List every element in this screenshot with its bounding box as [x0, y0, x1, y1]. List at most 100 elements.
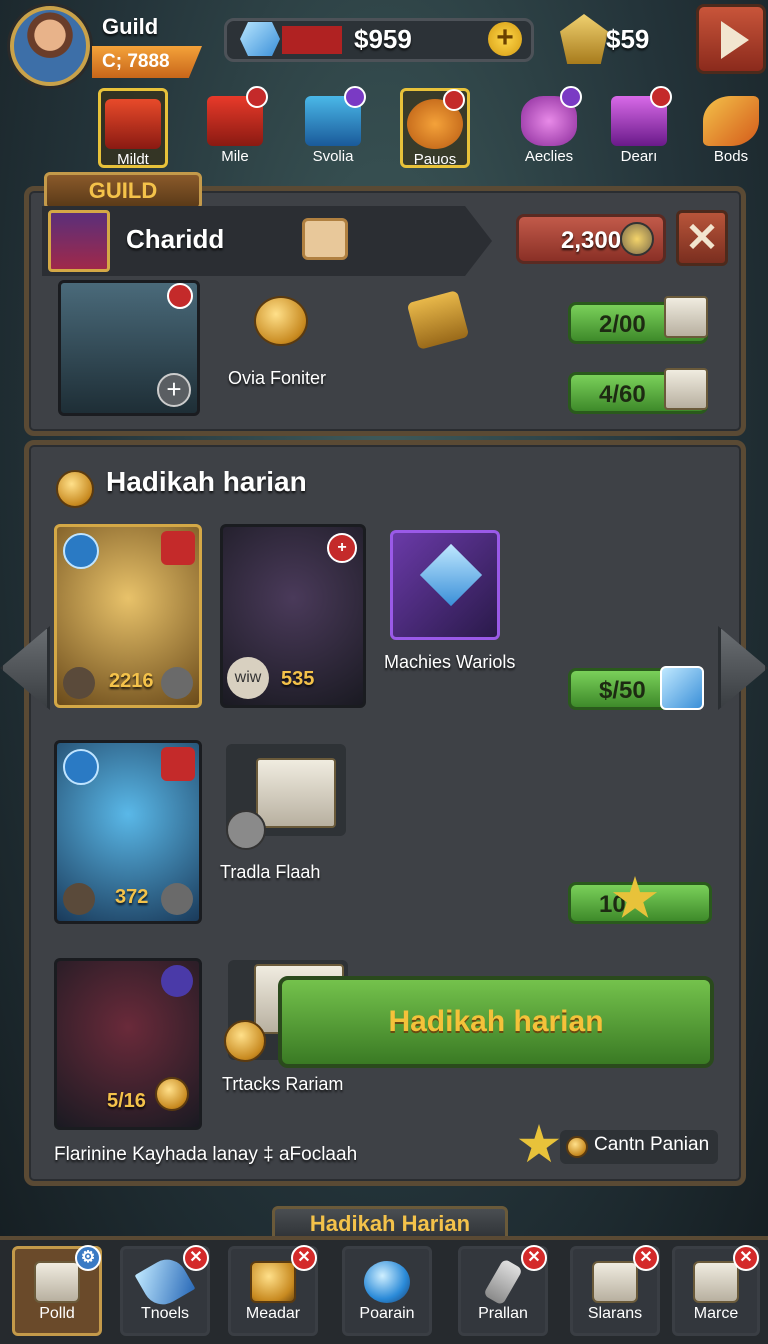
nav-label: Tnoels — [140, 1305, 190, 1322]
category-label: Mildt — [117, 151, 149, 168]
section-title: Hadikah harian — [106, 466, 307, 497]
rank-badge-icon — [161, 965, 193, 997]
gear-icon — [161, 667, 193, 699]
scroll-icon — [482, 1258, 524, 1306]
class-icon — [63, 533, 99, 569]
nav-label: Polld — [39, 1305, 75, 1322]
hero-power: 372 — [115, 886, 149, 908]
nav-label: Poarain — [359, 1305, 415, 1322]
player-avatar[interactable] — [10, 6, 90, 86]
gold-coin-icon — [155, 1077, 189, 1111]
chest-slot[interactable] — [226, 744, 346, 850]
add-icon: + — [327, 533, 357, 563]
rank-star-icon — [161, 747, 195, 781]
corner-label: Cantn Panian — [594, 1134, 710, 1155]
member-portrait-icon[interactable] — [302, 218, 348, 260]
guild-leader-avatar — [48, 210, 110, 272]
alert-badge — [167, 283, 193, 309]
nav-tnoels[interactable]: Tnoels ✕ — [120, 1245, 210, 1336]
guild-label: Guild — [102, 14, 159, 39]
gem-icon — [660, 666, 704, 710]
nav-label: Marce — [693, 1305, 739, 1322]
nav-slarans[interactable]: Slarans ✕ — [570, 1245, 660, 1336]
gold-coin-icon — [224, 1020, 266, 1062]
category-dearı[interactable]: Dearı — [604, 86, 674, 168]
hero-power: 2216 — [109, 670, 154, 692]
chest-icon — [592, 1261, 638, 1303]
gold-coin-icon — [566, 1136, 588, 1158]
silver-coin-icon — [226, 810, 266, 850]
category-label: Mile — [221, 148, 249, 165]
play-button[interactable] — [696, 4, 766, 74]
rank-star-icon — [161, 531, 195, 565]
crystal-icon — [419, 543, 483, 607]
level-down-icon — [63, 667, 95, 699]
notification-badge — [246, 86, 268, 108]
crate-icon — [664, 296, 708, 338]
hero-power: 535 — [281, 668, 315, 690]
category-svolia[interactable]: Svolia — [298, 86, 368, 168]
crate-icon — [664, 368, 708, 410]
nav-label: Meadar — [245, 1305, 301, 1322]
category-label: Pauos — [413, 151, 457, 168]
level-down-icon — [63, 883, 95, 915]
gear-icon — [161, 883, 193, 915]
category-bods[interactable]: Bods — [696, 88, 766, 168]
nav-marce[interactable]: Marce ✕ — [672, 1245, 760, 1336]
settings-badge: ⚙ — [75, 1245, 101, 1271]
class-icon — [63, 749, 99, 785]
treasure-chest-icon — [256, 758, 336, 828]
add-currency-button[interactable]: + — [488, 22, 522, 56]
claim-daily-reward-button[interactable]: Hadikah harian — [278, 976, 714, 1068]
crystal-orb-icon — [364, 1261, 410, 1303]
corner-button[interactable]: Cantn Panian — [560, 1130, 718, 1164]
guild-code: C; 7888 — [92, 46, 202, 78]
hero-tag: wiw — [227, 657, 269, 699]
gear-coin-icon — [620, 222, 654, 256]
close-badge: ✕ — [183, 1245, 209, 1271]
close-button[interactable]: ✕ — [676, 210, 728, 266]
hero-card-paladin[interactable]: 372 — [54, 740, 202, 924]
hero-card-masked[interactable]: 5/16 — [54, 958, 202, 1130]
gold-badge-icon — [560, 14, 608, 64]
guild-leader-name: Charidd — [126, 224, 225, 254]
category-mile[interactable]: Mile — [200, 86, 270, 168]
footnote: Flarinine Kayhada lanay ‡ aFoclaah — [54, 1144, 358, 1165]
nav-prallan[interactable]: Prallan ✕ — [458, 1245, 548, 1336]
item-label: Trtacks Rariam — [222, 1074, 344, 1094]
hero-card-warrior[interactable]: 2216 — [54, 524, 202, 708]
item-label: Machies Wariols — [384, 652, 516, 672]
category-label: Svolia — [312, 148, 354, 165]
nav-label: Prallan — [478, 1305, 528, 1322]
gift-box-icon — [105, 99, 161, 149]
add-icon[interactable]: + — [157, 373, 191, 407]
category-label: Bods — [713, 148, 749, 165]
magic-weapon-item[interactable] — [390, 530, 500, 640]
hero-card-demon[interactable]: + wiw 535 — [220, 524, 366, 708]
gold-coin-icon — [56, 470, 94, 508]
reward-label: Ovia Foniter — [228, 368, 327, 388]
guild-hero-card[interactable]: + — [58, 280, 200, 416]
nav-label: Slarans — [587, 1305, 643, 1322]
close-badge: ✕ — [633, 1245, 659, 1271]
feather-icon — [703, 96, 759, 146]
notification-badge — [443, 89, 465, 111]
notification-badge — [560, 86, 582, 108]
gold-coin-icon — [254, 296, 308, 346]
item-label: Tradla Flaah — [220, 862, 321, 882]
category-label: Aeclies — [524, 148, 574, 165]
nav-meadar[interactable]: Meadar ✕ — [228, 1245, 318, 1336]
gem-icon — [240, 22, 280, 56]
nav-poarain[interactable]: Poarain — [342, 1246, 432, 1336]
category-pauos[interactable]: Pauos — [400, 88, 470, 168]
category-mildt[interactable]: Mildt — [98, 88, 168, 168]
gold-scroll-icon — [250, 1261, 296, 1303]
guild-tab[interactable]: GUILD — [44, 172, 202, 210]
gold-currency-value: $59 — [606, 24, 650, 54]
notification-badge — [344, 86, 366, 108]
category-aeclies[interactable]: Aeclies — [514, 86, 584, 168]
nav-polld[interactable]: Polld ⚙ — [12, 1245, 102, 1336]
dice-crate-icon — [34, 1261, 80, 1303]
notification-badge — [650, 86, 672, 108]
gem-progress-fill — [282, 26, 342, 54]
